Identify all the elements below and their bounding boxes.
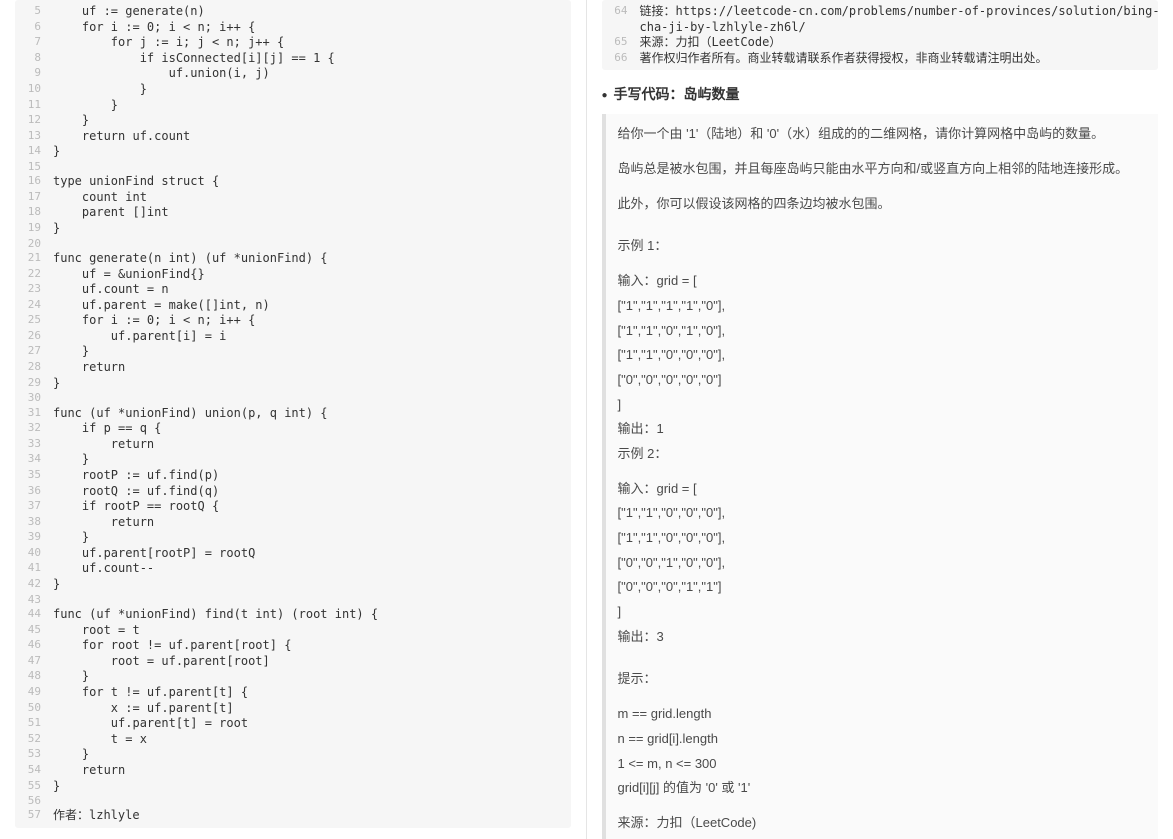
prose-line: 给你一个由 '1'（陆地）和 '0'（水）组成的的二维网格，请你计算网格中岛屿的… xyxy=(618,122,1147,147)
right-top-code-block: 64链接：https://leetcode-cn.com/problems/nu… xyxy=(602,0,1159,70)
prose-line: 岛屿总是被水包围，并且每座岛屿只能由水平方向和/或竖直方向上相邻的陆地连接形成。 xyxy=(618,157,1147,182)
example-label: 示例 1： xyxy=(618,234,1147,259)
prose-line: ["1","1","0","0","0"], xyxy=(618,501,1147,526)
hint-label: 提示： xyxy=(618,667,1147,692)
prose-line: ["1","1","0","0","0"], xyxy=(618,526,1147,551)
prose-line: ["0","0","0","1","1"] xyxy=(618,575,1147,600)
prose-line: ["0","0","0","0","0"] xyxy=(618,368,1147,393)
prose-line: 输入：grid = [ xyxy=(618,477,1147,502)
prose-line: 输出：1 xyxy=(618,417,1147,442)
prose-line: ["1","1","1","1","0"], xyxy=(618,294,1147,319)
prose-line: ] xyxy=(618,600,1147,625)
prose-line: 1 <= m, n <= 300 xyxy=(618,752,1147,777)
prose-line: 来源：力扣（LeetCode) xyxy=(618,811,1147,836)
prose-line: 此外，你可以假设该网格的四条边均被水包围。 xyxy=(618,192,1147,217)
prose-line: 输入：grid = [ xyxy=(618,269,1147,294)
prose-link: 链接：https://leetcode-cn.com/problems/numb… xyxy=(618,836,1147,839)
prose-line: ["1","1","0","0","0"], xyxy=(618,343,1147,368)
prose-line: ["0","0","1","0","0"], xyxy=(618,551,1147,576)
prose-line: ] xyxy=(618,393,1147,418)
prose-line: grid[i][j] 的值为 '0' 或 '1' xyxy=(618,776,1147,801)
prose-line: n == grid[i].length xyxy=(618,727,1147,752)
section-heading: 手写代码：岛屿数量 xyxy=(602,84,1159,104)
prose-line: 输出：3 xyxy=(618,625,1147,650)
problem-quote: 给你一个由 '1'（陆地）和 '0'（水）组成的的二维网格，请你计算网格中岛屿的… xyxy=(602,114,1159,839)
left-code-block: 5 uf := generate(n)6 for i := 0; i < n; … xyxy=(15,0,571,828)
prose-line: ["1","1","0","1","0"], xyxy=(618,319,1147,344)
prose-line: m == grid.length xyxy=(618,702,1147,727)
example-label: 示例 2： xyxy=(618,442,1147,467)
